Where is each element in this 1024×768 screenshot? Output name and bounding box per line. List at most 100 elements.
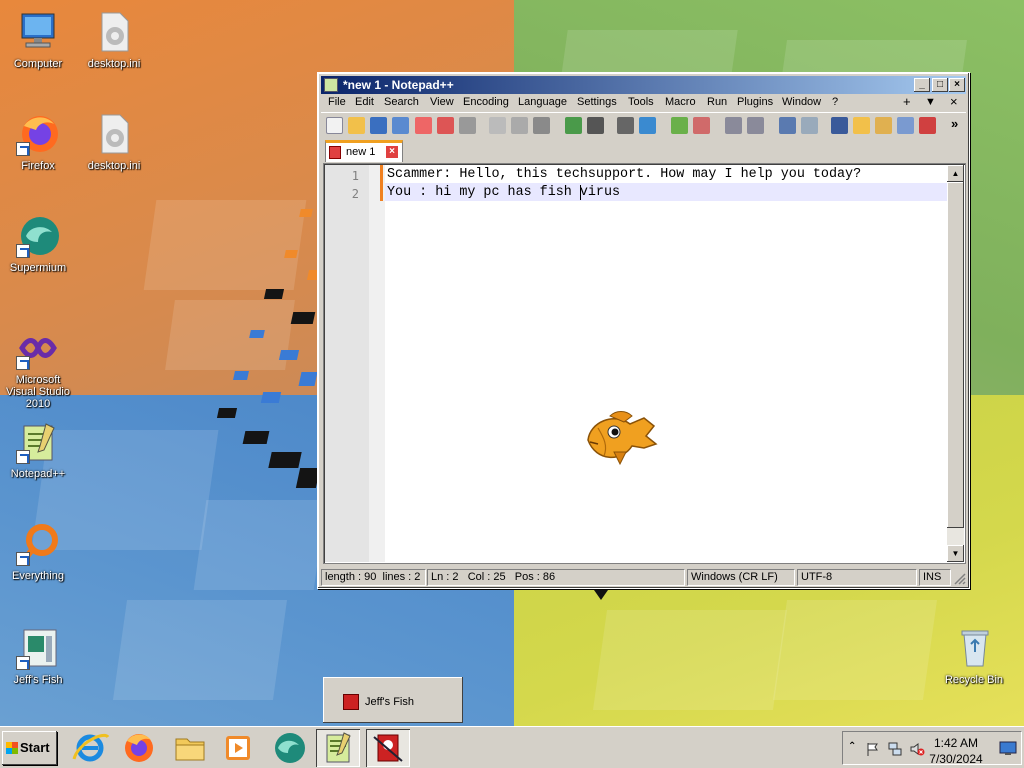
action-center-flag-icon[interactable]: [865, 741, 881, 757]
desktop-icon-visual-studio[interactable]: Microsoft Visual Studio 2010: [0, 326, 76, 410]
menu-tools[interactable]: Tools: [628, 96, 654, 108]
document-map-icon[interactable]: [853, 117, 870, 134]
indent-guide-icon[interactable]: [831, 117, 848, 134]
vertical-scrollbar[interactable]: ▲ ▼: [947, 165, 964, 562]
wallpaper-tile: [772, 600, 938, 700]
unsaved-file-icon: [329, 146, 341, 159]
menu-macro[interactable]: Macro: [665, 96, 696, 108]
menu-settings[interactable]: Settings: [577, 96, 617, 108]
folder-as-workspace-icon[interactable]: [897, 117, 914, 134]
menu-search[interactable]: Search: [384, 96, 419, 108]
close-all-icon[interactable]: [437, 117, 454, 134]
find-icon[interactable]: [617, 117, 634, 134]
paste-icon[interactable]: [533, 117, 550, 134]
desktop-icon-recycle-bin[interactable]: Recycle Bin: [936, 626, 1012, 686]
window-titlebar[interactable]: *new 1 - Notepad++ _ □ ×: [321, 76, 966, 94]
show-desktop-icon[interactable]: [999, 740, 1017, 756]
cut-icon[interactable]: [489, 117, 506, 134]
scrollbar-thumb[interactable]: [947, 182, 964, 528]
sync-horizontal-icon[interactable]: [747, 117, 764, 134]
tab-bar: new 1 ×: [321, 138, 966, 162]
notepad-plus-plus-window[interactable]: *new 1 - Notepad++ _ □ × File Edit Searc…: [317, 72, 970, 589]
scroll-down-icon[interactable]: ▼: [947, 545, 964, 562]
close-document-button[interactable]: ×: [950, 94, 958, 109]
replace-icon[interactable]: [639, 117, 656, 134]
code-line[interactable]: You : hi my pc has fish virus: [387, 185, 620, 200]
desktop-icon-label: Firefox: [21, 160, 55, 172]
status-insert-mode[interactable]: INS: [919, 569, 951, 586]
taskbar-file-explorer[interactable]: [168, 729, 212, 767]
zoom-in-icon[interactable]: [671, 117, 688, 134]
undo-icon[interactable]: [565, 117, 582, 134]
code-line[interactable]: Scammer: Hello, this techsupport. How ma…: [387, 167, 861, 182]
monitoring-icon[interactable]: [919, 117, 936, 134]
new-tab-button[interactable]: +: [903, 94, 911, 109]
taskbar-jeffs-fish[interactable]: [366, 729, 410, 767]
taskbar-notepad-plus-plus[interactable]: [316, 729, 360, 767]
zoom-out-icon[interactable]: [693, 117, 710, 134]
status-eol[interactable]: Windows (CR LF): [687, 569, 795, 586]
menu-run[interactable]: Run: [707, 96, 727, 108]
desktop-icon-desktop-ini[interactable]: desktop.ini: [76, 10, 152, 70]
close-file-icon[interactable]: [415, 117, 432, 134]
desktop-icon-label: Notepad++: [10, 468, 66, 480]
save-all-icon[interactable]: [392, 117, 409, 134]
desktop-icon-firefox[interactable]: Firefox: [0, 112, 76, 172]
taskbar-supermium[interactable]: [268, 729, 312, 767]
sync-vertical-icon[interactable]: [725, 117, 742, 134]
desktop-icon-supermium[interactable]: Supermium: [0, 214, 76, 274]
desktop-icon-everything[interactable]: Everything: [0, 522, 76, 582]
clock-time[interactable]: 1:42 AM: [921, 736, 991, 750]
menu-file[interactable]: File: [328, 96, 346, 108]
status-encoding[interactable]: UTF-8: [797, 569, 917, 586]
clock-date[interactable]: 7/30/2024: [921, 752, 991, 766]
toolbar-overflow-icon[interactable]: »: [951, 116, 958, 131]
new-file-icon[interactable]: [326, 117, 343, 134]
function-list-icon[interactable]: [875, 117, 892, 134]
desktop-icon-label: Microsoft Visual Studio 2010: [5, 374, 70, 410]
word-wrap-icon[interactable]: [779, 117, 796, 134]
taskbar-media-player[interactable]: [216, 729, 260, 767]
notepad-plus-plus-icon: [16, 420, 60, 464]
menu-language[interactable]: Language: [518, 96, 567, 108]
save-icon[interactable]: [370, 117, 387, 134]
tab-close-icon[interactable]: ×: [386, 146, 398, 158]
shortcut-arrow-icon: [16, 450, 30, 464]
line-number-gutter: 1 2: [325, 165, 369, 562]
menu-edit[interactable]: Edit: [355, 96, 374, 108]
desktop-icon-notepad-plus-plus[interactable]: Notepad++: [0, 420, 76, 480]
menu-plugins[interactable]: Plugins: [737, 96, 773, 108]
show-hidden-icons-icon[interactable]: ⌃: [848, 741, 856, 752]
menu-window[interactable]: Window: [782, 96, 821, 108]
resize-grip-icon[interactable]: [952, 571, 966, 585]
taskbar-internet-explorer[interactable]: [68, 729, 112, 767]
print-icon[interactable]: [459, 117, 476, 134]
desktop-icon-desktop-ini-2[interactable]: desktop.ini: [76, 112, 152, 172]
desktop-icon-jeffs-fish[interactable]: Jeff's Fish: [0, 626, 76, 686]
show-all-characters-icon[interactable]: [801, 117, 818, 134]
maximize-button[interactable]: □: [932, 78, 948, 92]
menu-help[interactable]: ?: [832, 96, 838, 108]
tab-list-dropdown[interactable]: ▼: [925, 96, 936, 108]
notepad-plus-plus-icon: [324, 78, 338, 92]
wallpaper-square: [233, 371, 249, 380]
menu-view[interactable]: View: [430, 96, 454, 108]
open-folder-icon[interactable]: [348, 117, 365, 134]
editor-area[interactable]: 1 2 Scammer: Hello, this techsupport. Ho…: [323, 163, 966, 564]
taskbar-firefox[interactable]: [117, 729, 161, 767]
minimize-button[interactable]: _: [914, 78, 930, 92]
start-button[interactable]: Start: [2, 731, 57, 765]
pointer-triangle: [594, 590, 608, 600]
jeffs-fish-label: Jeff's Fish: [365, 696, 414, 708]
scroll-up-icon[interactable]: ▲: [947, 165, 964, 182]
close-button[interactable]: ×: [949, 78, 965, 92]
fish-sprite[interactable]: [584, 408, 658, 468]
copy-icon[interactable]: [511, 117, 528, 134]
menu-encoding[interactable]: Encoding: [463, 96, 509, 108]
jeffs-fish-window-button[interactable]: Jeff's Fish: [323, 677, 463, 723]
desktop-icon-computer[interactable]: Computer: [0, 10, 76, 70]
status-col-text: Col : 25: [467, 571, 506, 583]
tab-new-1[interactable]: new 1 ×: [325, 140, 403, 162]
network-icon[interactable]: [887, 741, 903, 757]
redo-icon[interactable]: [587, 117, 604, 134]
